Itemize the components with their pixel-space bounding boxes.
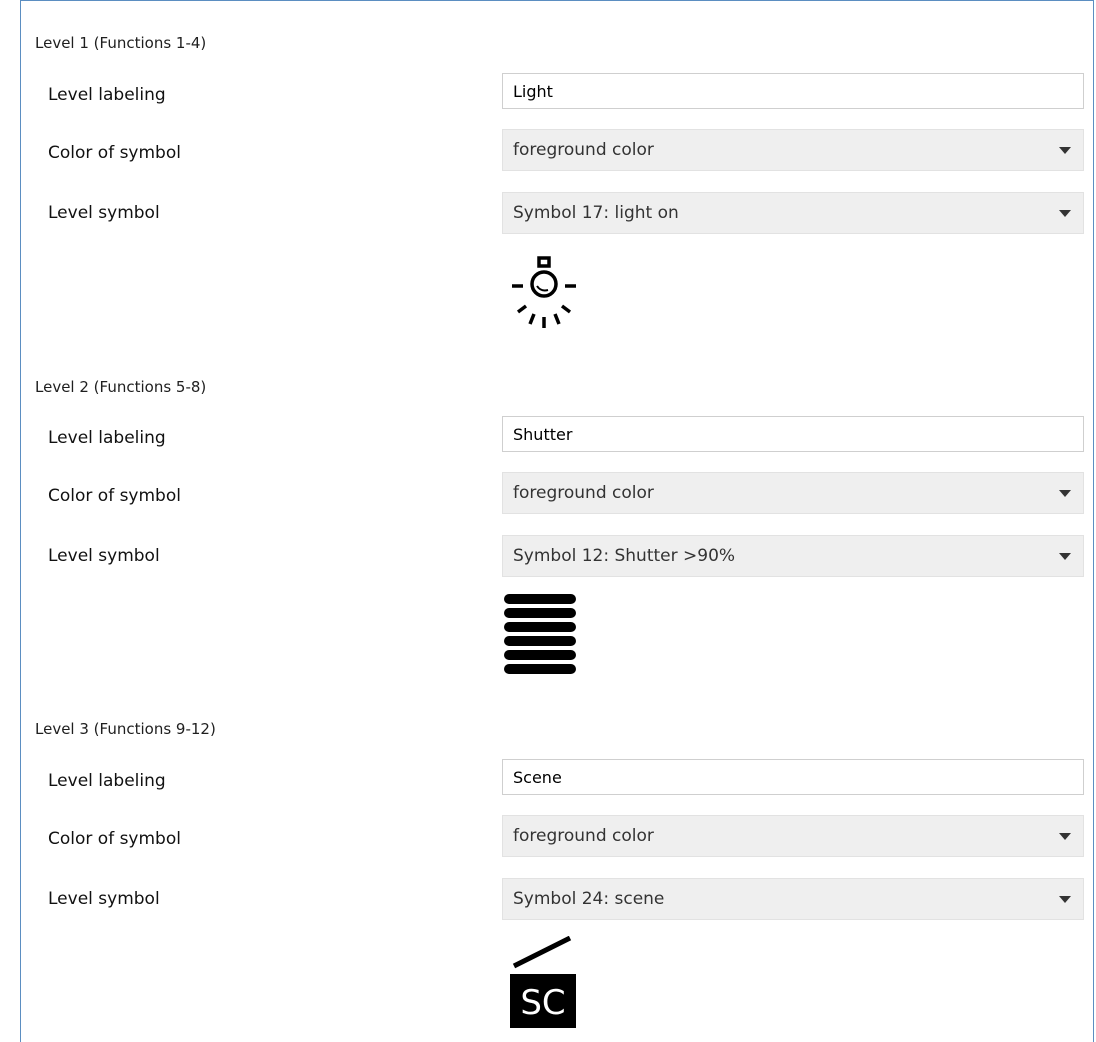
chevron-down-icon [1059, 553, 1071, 560]
level-2-color-select[interactable]: foreground color [502, 472, 1084, 514]
level-3-color-label: Color of symbol [48, 829, 181, 849]
chevron-down-icon [1059, 833, 1071, 840]
level-3-symbol-select-value: Symbol 24: scene [513, 889, 665, 909]
chevron-down-icon [1059, 210, 1071, 217]
level-2-symbol-label: Level symbol [48, 546, 160, 566]
level-1-symbol-label: Level symbol [48, 203, 160, 223]
level-3-symbol-select[interactable]: Symbol 24: scene [502, 878, 1084, 920]
level-2-symbol-select[interactable]: Symbol 12: Shutter >90% [502, 535, 1084, 577]
chevron-down-icon [1059, 147, 1071, 154]
chevron-down-icon [1059, 896, 1071, 903]
level-3-labeling-input[interactable] [502, 759, 1084, 795]
scene-clapperboard-icon: SC [510, 936, 576, 1028]
level-3-color-select[interactable]: foreground color [502, 815, 1084, 857]
level-1-color-select[interactable]: foreground color [502, 129, 1084, 171]
level-2-labeling-label: Level labeling [48, 428, 166, 448]
level-1-color-select-value: foreground color [513, 140, 654, 160]
light-bulb-on-icon [512, 256, 576, 328]
level-3-labeling-label: Level labeling [48, 771, 166, 791]
level-3-group-title: Level 3 (Functions 9-12) [35, 720, 216, 738]
level-3-color-select-value: foreground color [513, 826, 654, 846]
level-1-symbol-select-value: Symbol 17: light on [513, 203, 679, 223]
level-2-color-select-value: foreground color [513, 483, 654, 503]
level-2-group-title: Level 2 (Functions 5-8) [35, 378, 207, 396]
level-2-color-label: Color of symbol [48, 486, 181, 506]
scene-icon-text: SC [520, 983, 565, 1023]
level-1-labeling-input[interactable] [502, 73, 1084, 109]
chevron-down-icon [1059, 490, 1071, 497]
level-1-labeling-label: Level labeling [48, 85, 166, 105]
level-2-labeling-input[interactable] [502, 416, 1084, 452]
level-1-color-label: Color of symbol [48, 143, 181, 163]
level-1-symbol-select[interactable]: Symbol 17: light on [502, 192, 1084, 234]
level-1-group-title: Level 1 (Functions 1-4) [35, 34, 207, 52]
level-2-symbol-select-value: Symbol 12: Shutter >90% [513, 546, 736, 566]
level-3-symbol-label: Level symbol [48, 889, 160, 909]
shutter-closed-icon [504, 594, 576, 674]
